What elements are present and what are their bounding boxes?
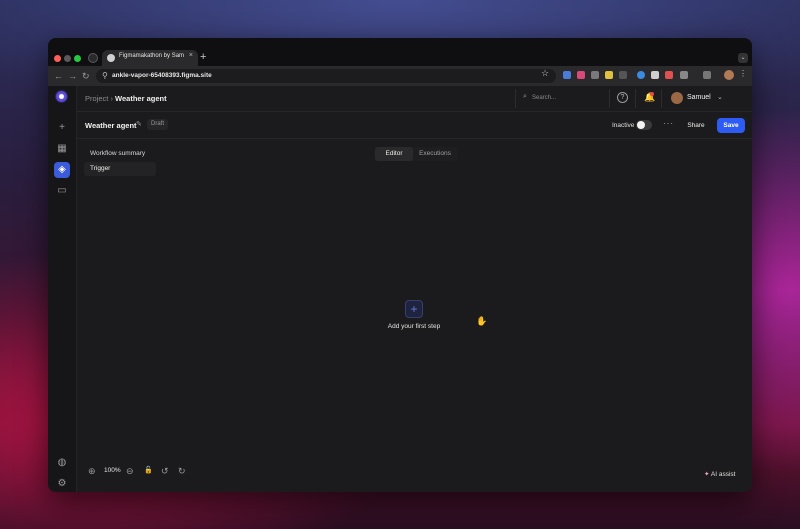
zoom-out-icon[interactable]: ⊖	[126, 464, 134, 478]
add-icon[interactable]: +	[54, 120, 70, 136]
more-options-icon[interactable]: ···	[663, 119, 674, 128]
save-button[interactable]: Save	[717, 118, 745, 133]
panel-item-trigger[interactable]: Trigger	[84, 162, 156, 176]
back-icon[interactable]: ←	[54, 70, 63, 82]
breadcrumb-current: Weather agent	[115, 94, 167, 103]
url-text: ankle-vapor-65408393.figma.site	[112, 72, 212, 79]
status-badge: Draft	[147, 119, 169, 130]
tab-title: Figmamakathon by Sam	[119, 53, 185, 59]
tab-favicon-icon	[107, 54, 115, 62]
undo-icon[interactable]: ↺	[161, 464, 169, 478]
active-toggle[interactable]	[636, 120, 652, 130]
site-settings-icon[interactable]: ⚲	[102, 71, 108, 81]
minimize-window-button[interactable]	[64, 55, 71, 62]
reload-icon[interactable]: ↻	[82, 70, 90, 82]
chevron-down-icon[interactable]: ⌄	[717, 93, 723, 101]
tab-executions[interactable]: Executions	[414, 147, 456, 161]
layers-icon[interactable]: ◈	[54, 162, 70, 178]
extension-icon[interactable]	[665, 71, 673, 79]
workflow-header: Weather agent ✎ Draft Inactive ··· Share…	[76, 112, 752, 139]
browser-toolbar: ← → ↻ ⚲ ankle-vapor-65408393.figma.site …	[48, 66, 752, 86]
hand-cursor-icon: ✋	[476, 316, 488, 326]
search-input[interactable]: ⌕ Search...	[519, 91, 607, 106]
add-step-button[interactable]: +	[405, 300, 423, 318]
share-button[interactable]: Share	[680, 118, 712, 133]
dashboard-icon[interactable]: ▦	[54, 141, 70, 157]
user-name[interactable]: Samuel	[687, 94, 711, 101]
tab-strip: Figmamakathon by Sam × + ⌄	[48, 38, 752, 66]
lock-icon[interactable]: 🔓	[144, 464, 153, 478]
pinned-tab[interactable]	[88, 53, 98, 63]
divider	[609, 89, 610, 108]
close-window-button[interactable]	[54, 55, 61, 62]
avatar[interactable]	[671, 92, 683, 104]
extensions-puzzle-icon[interactable]	[680, 71, 688, 79]
top-bar: Project › Weather agent ⌕ Search... ? 🔔 …	[76, 86, 752, 112]
address-bar[interactable]: ⚲ ankle-vapor-65408393.figma.site	[96, 69, 556, 83]
panel-item-workflow-summary[interactable]: Workflow summary	[84, 147, 156, 161]
search-icon: ⌕	[523, 93, 527, 100]
extension-icon[interactable]	[563, 71, 571, 79]
breadcrumb-separator: ›	[110, 94, 113, 103]
extension-icon[interactable]	[651, 71, 659, 79]
tab-close-icon[interactable]: ×	[189, 52, 193, 59]
browser-profile-avatar[interactable]	[724, 70, 734, 80]
new-tab-button[interactable]: +	[200, 50, 206, 64]
sidebar: + ▦ ◈ ▭ ◍ ⚙	[48, 86, 77, 492]
browser-window: Figmamakathon by Sam × + ⌄ ← → ↻ ⚲ ankle…	[48, 38, 752, 492]
divider	[661, 89, 662, 108]
bookmark-star-icon[interactable]: ☆	[541, 68, 549, 78]
bug-icon[interactable]: ◍	[54, 455, 70, 471]
workflow-title[interactable]: Weather agent	[85, 121, 137, 130]
maximize-window-button[interactable]	[74, 55, 81, 62]
folder-icon[interactable]: ▭	[54, 183, 70, 199]
extension-icon[interactable]	[637, 71, 645, 79]
browser-tab[interactable]: Figmamakathon by Sam ×	[102, 50, 198, 66]
breadcrumb: Project › Weather agent	[85, 94, 167, 103]
help-icon[interactable]: ?	[617, 92, 628, 103]
divider	[635, 89, 636, 108]
pencil-icon[interactable]: ✎	[136, 120, 142, 128]
zoom-in-icon[interactable]: ⊕	[88, 464, 96, 478]
tab-search-button[interactable]: ⌄	[738, 53, 748, 63]
workflow-panel: Workflow summary Trigger	[84, 147, 156, 177]
view-tabs: Editor Executions	[374, 147, 458, 161]
ai-assist-button[interactable]: ✦ AI assist	[704, 470, 735, 478]
active-toggle-label: Inactive	[612, 122, 635, 129]
settings-icon[interactable]: ⚙	[54, 476, 70, 492]
toggle-knob	[637, 121, 645, 129]
tab-editor[interactable]: Editor	[375, 147, 413, 161]
breadcrumb-parent[interactable]: Project	[85, 94, 108, 103]
add-step-label: Add your first step	[387, 323, 441, 330]
search-placeholder: Search...	[532, 94, 557, 101]
extension-icon[interactable]	[605, 71, 613, 79]
divider	[515, 89, 516, 108]
extension-icon[interactable]	[619, 71, 627, 79]
app-logo[interactable]	[55, 90, 68, 103]
forward-icon[interactable]: →	[68, 70, 77, 82]
ai-assist-label: AI assist	[710, 471, 736, 478]
app-content: + ▦ ◈ ▭ ◍ ⚙ Project › Weather agent ⌕ Se…	[48, 86, 752, 492]
browser-menu-icon[interactable]: ⋮	[739, 69, 747, 78]
download-icon[interactable]	[703, 71, 711, 79]
extension-icon[interactable]	[591, 71, 599, 79]
sparkle-icon: ✦	[704, 471, 710, 478]
notification-dot	[650, 92, 654, 96]
zoom-level: 100%	[104, 467, 121, 474]
redo-icon[interactable]: ↻	[178, 464, 186, 478]
extension-icon[interactable]	[577, 71, 585, 79]
